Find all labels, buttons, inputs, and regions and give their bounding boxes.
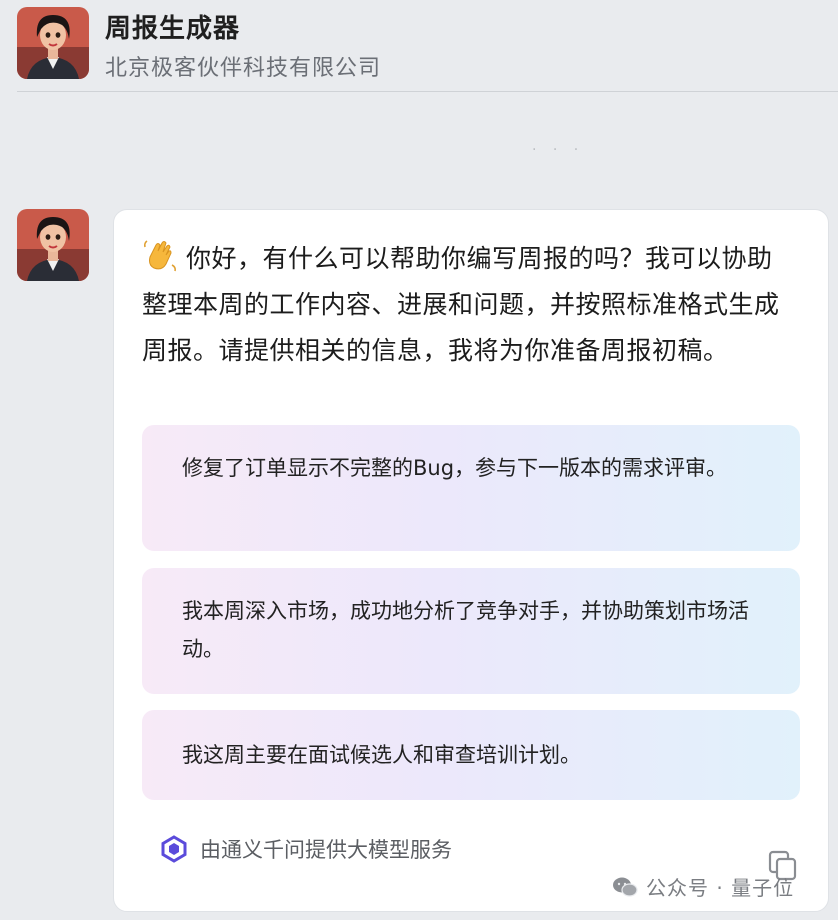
suggestion-text: 修复了订单显示不完整的Bug，参与下一版本的需求评审。 — [182, 456, 728, 480]
suggestion-text: 我这周主要在面试候选人和审查培训计划。 — [182, 743, 581, 767]
waving-hand-icon — [142, 237, 178, 273]
suggestion-chip[interactable]: 我这周主要在面试候选人和审查培训计划。 — [142, 710, 800, 800]
tongyi-logo-icon — [160, 835, 188, 863]
chat-page: 周报生成器 北京极客伙伴科技有限公司 · · · 你好，有什么可以帮助你编写周报… — [0, 0, 838, 920]
company-name: 北京极客伙伴科技有限公司 — [105, 56, 382, 81]
powered-by-text: 由通义千问提供大模型服务 — [200, 838, 452, 862]
header-divider — [17, 91, 838, 92]
bot-message-bubble: 你好，有什么可以帮助你编写周报的吗？我可以协助整理本周的工作内容、进展和问题，并… — [113, 209, 829, 912]
greeting-message: 你好，有什么可以帮助你编写周报的吗？我可以协助整理本周的工作内容、进展和问题，并… — [142, 244, 780, 365]
separator-dots: · · · — [532, 142, 585, 158]
wechat-icon — [612, 876, 638, 898]
suggestion-text: 我本周深入市场，成功地分析了竞争对手，并协助策划市场活动。 — [182, 599, 749, 661]
suggestion-chip[interactable]: 我本周深入市场，成功地分析了竞争对手，并协助策划市场活动。 — [142, 568, 800, 694]
powered-by-note: 由通义千问提供大模型服务 — [160, 834, 452, 864]
greeting-text: 你好，有什么可以帮助你编写周报的吗？我可以协助整理本周的工作内容、进展和问题，并… — [142, 236, 792, 374]
suggestion-chip[interactable]: 修复了订单显示不完整的Bug，参与下一版本的需求评审。 — [142, 425, 800, 551]
app-header: 周报生成器 北京极客伙伴科技有限公司 — [0, 0, 838, 92]
watermark-text: 公众号 · 量子位 — [646, 876, 795, 900]
app-title: 周报生成器 — [105, 14, 241, 44]
bot-avatar-icon — [17, 209, 89, 281]
woman-avatar-icon — [17, 7, 89, 79]
watermark: 公众号 · 量子位 — [612, 872, 794, 901]
